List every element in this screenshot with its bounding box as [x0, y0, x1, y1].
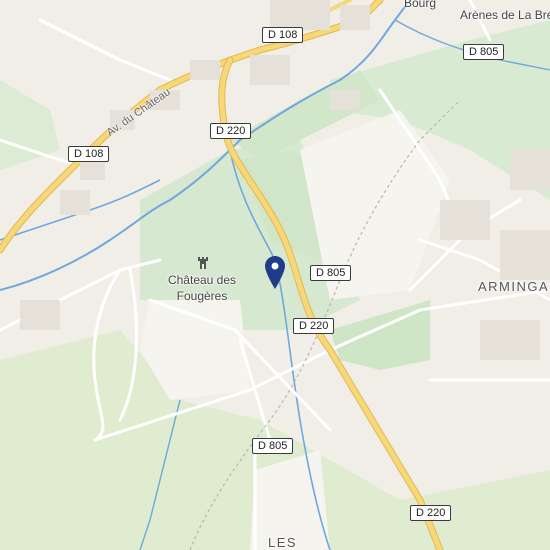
road-label-d220: D 220 [210, 123, 252, 139]
road-label-d220: D 220 [293, 318, 335, 334]
road-label-d220: D 220 [410, 505, 452, 521]
road-label-d108: D 108 [262, 27, 304, 43]
road-label-d805: D 805 [310, 265, 352, 281]
poi-label-line1: Château des [167, 273, 237, 287]
green-area-southeast [330, 300, 430, 370]
road-label-d108: D 108 [68, 146, 110, 162]
place-label-les: LES [268, 535, 298, 550]
poi-label-chateau-des-fougeres[interactable]: Château des Fougères [157, 272, 247, 304]
place-label-armingas: ARMINGAS [478, 279, 550, 294]
place-label-bourg: Bourg [404, 0, 437, 10]
map-canvas[interactable]: D 108 D 805 D 220 D 108 D 805 D 220 D 80… [0, 0, 550, 550]
road-label-d805: D 805 [252, 438, 294, 454]
place-label-arenes: Arènes de La Bré [460, 8, 550, 22]
road-label-d805: D 805 [463, 44, 505, 60]
poi-label-line2: Fougères [176, 289, 228, 303]
